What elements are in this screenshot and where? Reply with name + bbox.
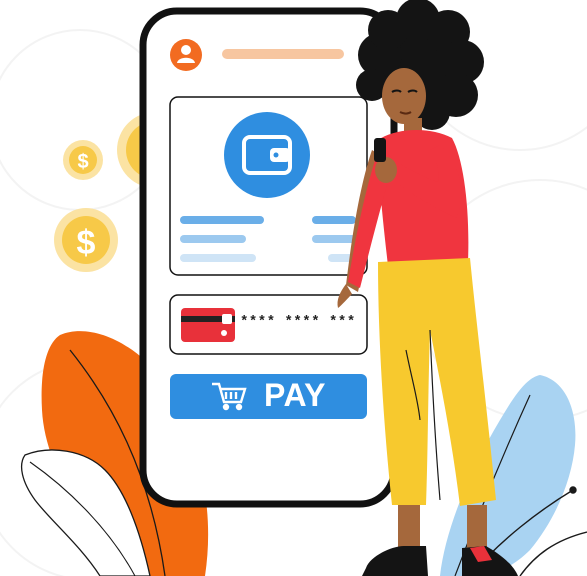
profile-avatar[interactable]	[170, 39, 202, 71]
header-bar	[222, 49, 344, 59]
payment-illustration: $ $ $	[0, 0, 587, 576]
credit-card-icon	[181, 308, 235, 342]
wallet-card	[169, 96, 368, 276]
svg-text:$: $	[77, 151, 88, 173]
dollar-coin-icon: $	[63, 140, 103, 180]
pay-button-label: PAY	[264, 377, 326, 413]
masked-card-number: **** **** ***	[240, 314, 356, 330]
dollar-coin-icon: $	[54, 208, 118, 272]
svg-text:$: $	[77, 224, 96, 262]
user-icon	[181, 45, 191, 55]
